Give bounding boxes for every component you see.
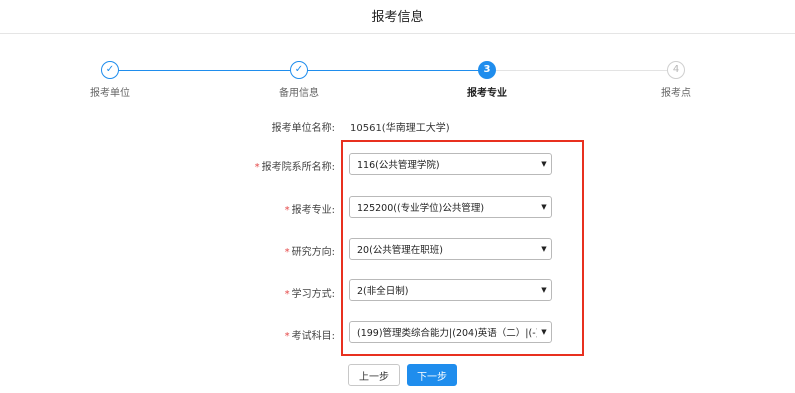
step-3-label: 报考专业 bbox=[467, 88, 507, 99]
study-mode-label-text: 学习方式: bbox=[291, 289, 335, 300]
major-label-text: 报考专业: bbox=[291, 205, 335, 216]
step-connector bbox=[495, 70, 667, 71]
step-1-label: 报考单位 bbox=[90, 88, 130, 99]
highlight-box bbox=[341, 140, 584, 356]
exam-subjects-label: * 考试科目: bbox=[285, 327, 335, 342]
step-4-label: 报考点 bbox=[661, 88, 691, 99]
unit-name-label: 报考单位名称: bbox=[271, 123, 335, 134]
step-4-marker: 4 bbox=[667, 61, 685, 79]
research-direction-label-text: 研究方向: bbox=[291, 247, 335, 258]
unit-name-value: 10561(华南理工大学) bbox=[350, 123, 450, 134]
required-mark: * bbox=[284, 205, 290, 216]
step-1-check-icon: ✓ bbox=[101, 61, 119, 79]
study-mode-label: * 学习方式: bbox=[285, 285, 335, 300]
next-step-button[interactable]: 下一步 bbox=[407, 364, 457, 386]
step-2-check-icon: ✓ bbox=[290, 61, 308, 79]
required-mark: * bbox=[254, 162, 260, 173]
department-label-text: 报考院系所名称: bbox=[261, 162, 335, 173]
step-2-label: 备用信息 bbox=[279, 88, 319, 99]
progress-steps: ✓ ✓ 3 4 报考单位 备用信息 报考专业 报考点 bbox=[0, 0, 795, 100]
step-3-marker: 3 bbox=[478, 61, 496, 79]
required-mark: * bbox=[284, 247, 290, 258]
required-mark: * bbox=[284, 289, 290, 300]
department-label: * 报考院系所名称: bbox=[255, 158, 335, 173]
required-mark: * bbox=[284, 331, 290, 342]
research-direction-label: * 研究方向: bbox=[285, 243, 335, 258]
step-connector bbox=[307, 70, 479, 71]
previous-step-button[interactable]: 上一步 bbox=[348, 364, 400, 386]
major-label: * 报考专业: bbox=[285, 201, 335, 216]
exam-subjects-label-text: 考试科目: bbox=[291, 331, 335, 342]
step-connector bbox=[118, 70, 290, 71]
